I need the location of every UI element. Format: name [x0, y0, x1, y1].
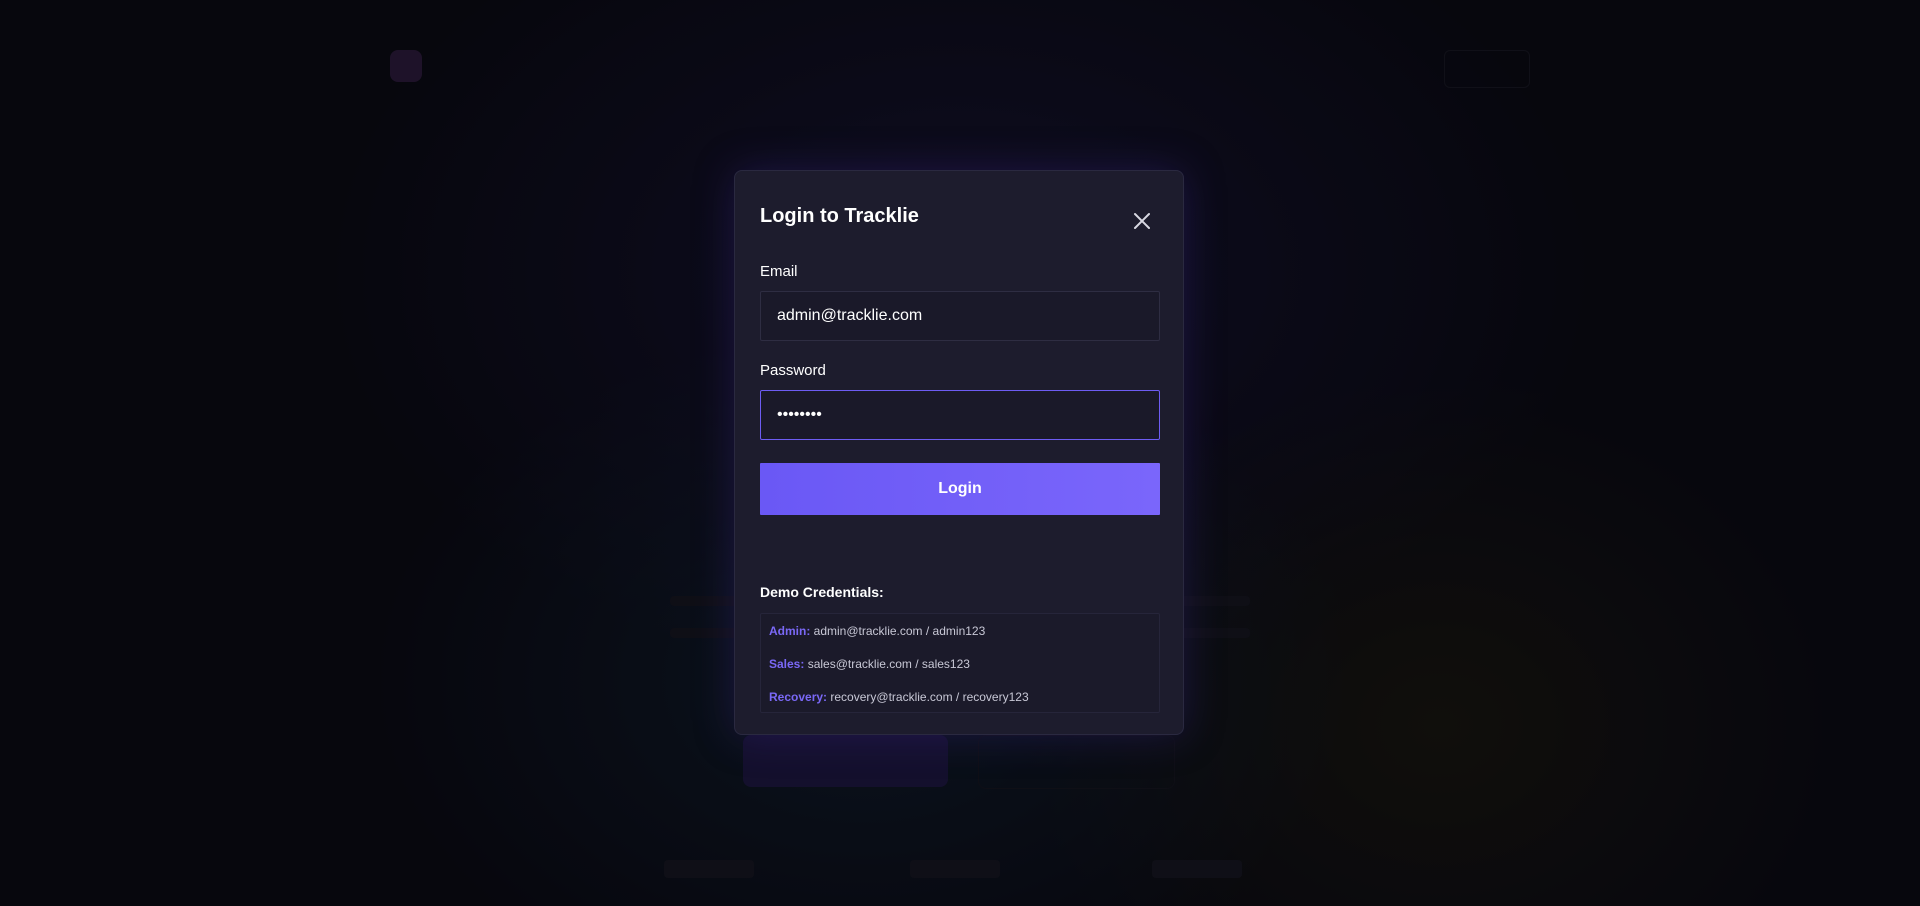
page: Login to Tracklie Email Password Login D… [0, 0, 1920, 906]
demo-role-label: Sales: [769, 657, 805, 671]
close-button[interactable] [1128, 207, 1156, 235]
close-icon [1134, 213, 1150, 229]
demo-credentials-value: admin@tracklie.com / admin123 [813, 624, 986, 638]
demo-credentials-value: recovery@tracklie.com / recovery123 [830, 690, 1029, 704]
password-label: Password [760, 362, 826, 379]
demo-credentials-title: Demo Credentials: [760, 584, 884, 600]
demo-role-label: Recovery: [769, 690, 828, 704]
password-field[interactable] [760, 390, 1160, 440]
email-field[interactable] [760, 291, 1160, 341]
demo-credentials-list: Admin: admin@tracklie.com / admin123 Sal… [760, 613, 1160, 713]
list-item: Admin: admin@tracklie.com / admin123 [769, 624, 985, 638]
demo-credentials-value: sales@tracklie.com / sales123 [807, 657, 970, 671]
demo-role-label: Admin: [769, 624, 811, 638]
email-label: Email [760, 263, 798, 280]
list-item: Recovery: recovery@tracklie.com / recove… [769, 690, 1029, 704]
login-modal: Login to Tracklie Email Password Login D… [734, 170, 1184, 735]
login-button[interactable]: Login [760, 463, 1160, 515]
modal-title: Login to Tracklie [760, 205, 919, 227]
list-item: Sales: sales@tracklie.com / sales123 [769, 657, 970, 671]
